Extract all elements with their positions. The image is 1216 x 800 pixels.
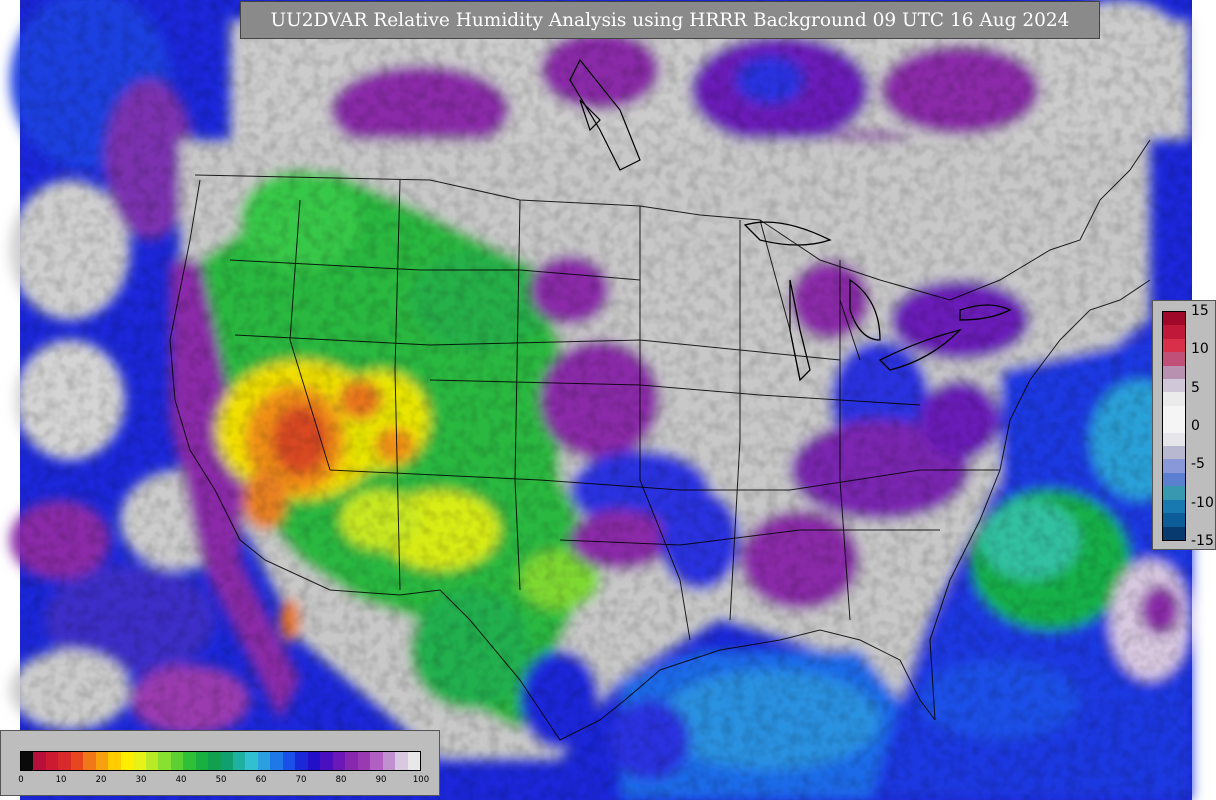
rh-color-swatch: [307, 752, 321, 770]
rh-color-swatch: [395, 752, 408, 770]
rh-color-swatch: [70, 752, 84, 770]
texture-overlay: [20, 0, 1192, 800]
rh-analysis-map: [10, 0, 1192, 800]
rh-color-swatch: [357, 752, 371, 770]
rh-tick-label: 60: [255, 775, 267, 785]
rh-color-swatch: [382, 752, 396, 770]
rh-tick-label: 70: [295, 775, 307, 785]
difference-color-swatch: [1163, 499, 1185, 514]
difference-color-swatch: [1163, 379, 1185, 393]
rh-color-swatch: [370, 752, 383, 770]
rh-tick-label: 0: [18, 775, 24, 785]
rh-tick-label: 50: [215, 775, 227, 785]
rh-color-swatch: [345, 752, 358, 770]
rh-tick-label: 20: [95, 775, 107, 785]
difference-colorbar: 15 10 5 0 -5 -10 -15: [1152, 300, 1216, 550]
difference-color-swatch: [1163, 432, 1185, 447]
rh-colorbar: 0 10 20 30 40 50 60 70 80 90 100: [0, 730, 440, 796]
rh-tick-label: 40: [175, 775, 187, 785]
rh-color-swatch: [33, 752, 46, 770]
rh-color-swatch: [407, 752, 420, 770]
rh-tick-label: 30: [135, 775, 147, 785]
rh-color-swatch: [158, 752, 171, 770]
difference-color-swatch: [1163, 446, 1185, 460]
rh-color-swatch: [170, 752, 184, 770]
difference-tick-label: 5: [1191, 379, 1200, 396]
difference-color-swatch: [1163, 312, 1185, 326]
rh-color-swatch: [45, 752, 59, 770]
rh-color-swatch: [295, 752, 308, 770]
rh-color-swatch: [208, 752, 221, 770]
rh-color-swatch: [257, 752, 271, 770]
rh-color-swatch: [58, 752, 71, 770]
rh-color-swatch: [120, 752, 134, 770]
difference-tick-label: -5: [1191, 456, 1205, 473]
difference-color-swatch: [1163, 325, 1185, 339]
rh-color-swatch: [282, 752, 296, 770]
rh-color-swatch: [245, 752, 258, 770]
rh-color-swatch: [270, 752, 283, 770]
rh-color-swatch: [183, 752, 196, 770]
rh-color-swatch: [332, 752, 346, 770]
rh-tick-label: 10: [55, 775, 67, 785]
difference-color-swatch: [1163, 365, 1185, 380]
difference-color-swatch: [1163, 338, 1185, 353]
rh-color-swatch: [133, 752, 146, 770]
difference-tick-label: -10: [1191, 494, 1214, 511]
rh-color-swatch: [95, 752, 109, 770]
rh-color-swatch: [195, 752, 209, 770]
rh-color-swatch: [320, 752, 333, 770]
rh-colorbar-gradient: [20, 751, 421, 771]
difference-tick-label: 0: [1191, 418, 1200, 434]
rh-color-swatch: [108, 752, 121, 770]
rh-tick-label: 80: [335, 775, 347, 785]
difference-color-swatch: [1163, 405, 1185, 420]
difference-tick-label: -15: [1191, 533, 1214, 549]
difference-color-swatch: [1163, 472, 1185, 487]
title-text: UU2DVAR Relative Humidity Analysis using…: [270, 9, 1070, 31]
difference-color-swatch: [1163, 352, 1185, 366]
difference-color-swatch: [1163, 486, 1185, 500]
difference-tick-label: 10: [1191, 341, 1209, 358]
rh-color-swatch: [232, 752, 246, 770]
rh-color-swatch: [145, 752, 159, 770]
difference-color-swatch: [1163, 459, 1185, 473]
difference-colorbar-gradient: [1162, 311, 1186, 541]
rh-color-swatch: [220, 752, 233, 770]
map-title: UU2DVAR Relative Humidity Analysis using…: [240, 1, 1100, 39]
difference-color-swatch: [1163, 513, 1185, 527]
rh-color-swatch: [21, 752, 34, 770]
difference-tick-label: 15: [1191, 303, 1209, 319]
difference-color-swatch: [1163, 392, 1185, 406]
rh-tick-label: 90: [375, 775, 387, 785]
difference-color-swatch: [1163, 419, 1185, 433]
difference-color-swatch: [1163, 526, 1185, 540]
rh-color-swatch: [83, 752, 96, 770]
rh-tick-label: 100: [412, 775, 430, 785]
